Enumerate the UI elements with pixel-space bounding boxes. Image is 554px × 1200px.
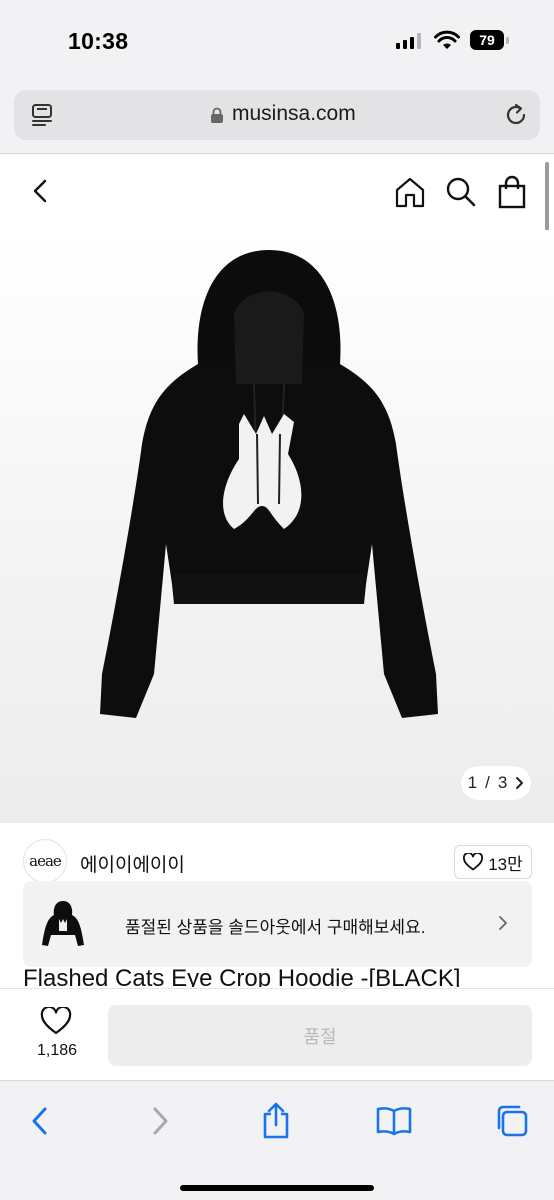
brand-logo[interactable]: aeae [23,839,67,883]
page-scrollbar[interactable] [545,162,549,240]
status-time: 10:38 [68,28,129,54]
heart-icon [463,853,484,871]
status-bar: 10:38 79 [0,0,554,84]
heart-icon[interactable] [40,1007,72,1035]
share-icon [263,1102,289,1139]
pager-current: 1 [467,773,478,792]
book-icon [376,1107,412,1136]
brand-like-button[interactable]: 13만 [454,845,532,879]
pager-total: 3 [497,773,508,792]
gallery-pager[interactable]: 1 / 3 [461,766,531,800]
product-title-text: Flashed Cats Eye Crop Hoodie -[BLACK] [23,965,461,987]
bookmarks-button[interactable] [374,1101,414,1141]
lock-icon [211,107,223,123]
wifi-icon [434,30,460,49]
product-like-count: 1,186 [36,1042,78,1059]
browser-forward-button[interactable] [140,1101,180,1141]
battery-icon: 79 [470,30,504,50]
soldout-message: 품절된 상품을 솔드아웃에서 구매해보세요. [125,918,426,937]
soldout-button[interactable]: 품절 [108,1005,532,1066]
product-image-gallery[interactable]: 1 / 3 [0,230,554,823]
back-arrow-icon [32,1107,47,1135]
forward-arrow-icon [153,1107,168,1135]
brand-logo-text: aeae [29,852,62,870]
product-thumbnail [42,901,84,946]
brand-like-count: 13만 [488,854,523,874]
page-header [0,155,554,230]
address-bar[interactable]: musinsa.com [14,90,540,140]
brand-name[interactable]: 에이이에이이 [80,850,185,877]
share-button[interactable] [256,1101,296,1141]
tabs-icon [497,1105,528,1137]
browser-address-area: musinsa.com [0,84,554,154]
shopping-bag-icon[interactable] [496,175,528,209]
tabs-button[interactable] [492,1101,532,1141]
battery-tip [506,37,509,44]
soldout-banner[interactable]: 품절된 상품을 솔드아웃에서 구매해보세요. [23,881,532,967]
product-title: Flashed Cats Eye Crop Hoodie -[BLACK] [23,965,543,987]
reload-icon[interactable] [503,102,529,128]
chevron-right-icon [499,916,507,930]
url-domain[interactable]: musinsa.com [232,102,356,126]
back-arrow-icon[interactable] [28,177,52,205]
pager-separator: / [485,773,490,792]
search-icon[interactable] [445,176,477,208]
brand-row: aeae 에이이에이이 13만 [0,823,554,883]
browser-toolbar [0,1080,554,1200]
reader-mode-icon[interactable] [30,103,56,127]
browser-back-button[interactable] [20,1101,60,1141]
home-icon[interactable] [394,176,426,208]
chevron-right-icon [516,777,524,789]
product-hoodie-image [100,250,438,718]
cellular-signal-icon [396,33,421,49]
purchase-bar: 1,186 품절 [0,988,554,1080]
home-indicator [180,1185,374,1191]
